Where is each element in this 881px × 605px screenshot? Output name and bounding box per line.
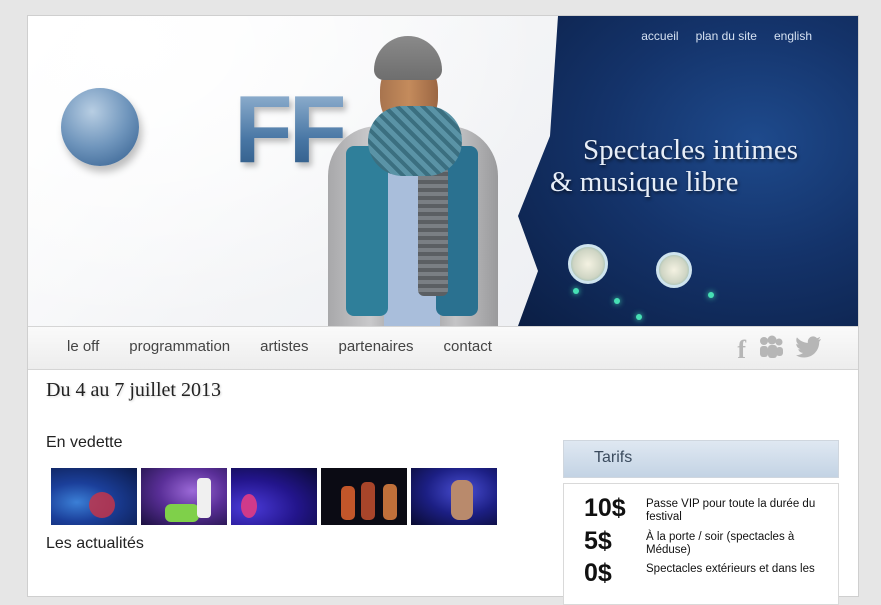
page-container: FF accueil plan du site english Spectacl…: [27, 15, 859, 605]
banner-artist-photo: [318, 36, 508, 326]
featured-heading: En vedette: [46, 434, 123, 451]
featured-thumbnail[interactable]: [51, 468, 137, 525]
facebook-icon[interactable]: f: [737, 336, 746, 362]
featured-thumbnail[interactable]: [411, 468, 497, 525]
menu-item-contact[interactable]: contact: [444, 338, 492, 355]
header-banner: FF accueil plan du site english Spectacl…: [28, 16, 858, 326]
tarif-desc: À la porte / soir (spectacles à Méduse): [646, 531, 795, 556]
menu-item-le-off[interactable]: le off: [67, 338, 99, 355]
top-nav: accueil plan du site english: [641, 29, 812, 43]
featured-thumbnails: [51, 468, 497, 525]
twitter-icon[interactable]: [796, 336, 822, 363]
top-nav-plan-du-site[interactable]: plan du site: [696, 29, 757, 43]
tarif-desc: Passe VIP pour toute la durée du festiva…: [646, 498, 816, 523]
menu-item-partenaires[interactable]: partenaires: [339, 338, 414, 355]
logo-circle: [61, 88, 139, 166]
tagline-line-2: & musique libre: [550, 166, 739, 198]
tarifs-heading: Tarifs: [594, 449, 633, 466]
tarif-price: 0$: [584, 559, 612, 587]
main-menu: le off programmation artistes partenaire…: [28, 326, 858, 370]
news-heading: Les actualités: [46, 535, 144, 552]
myspace-icon[interactable]: [758, 335, 784, 364]
banner-tagline: Spectacles intimes & musique libre: [550, 134, 798, 198]
menu-item-programmation[interactable]: programmation: [129, 338, 230, 355]
featured-thumbnail[interactable]: [141, 468, 227, 525]
featured-thumbnail[interactable]: [231, 468, 317, 525]
top-nav-english[interactable]: english: [774, 29, 812, 43]
tarif-price: 5$: [584, 527, 612, 555]
social-links: f: [737, 335, 822, 364]
tarifs-panel-header: Tarifs: [563, 440, 839, 478]
top-nav-accueil[interactable]: accueil: [641, 29, 678, 43]
page-title: Du 4 au 7 juillet 2013: [46, 379, 221, 401]
tarifs-panel: 10$ Passe VIP pour toute la durée du fes…: [563, 483, 839, 605]
featured-thumbnail[interactable]: [321, 468, 407, 525]
tagline-line-1: Spectacles intimes: [583, 134, 799, 166]
tarif-desc: Spectacles extérieurs et dans les: [646, 563, 815, 575]
tarif-price: 10$: [584, 494, 626, 522]
menu-item-artistes[interactable]: artistes: [260, 338, 308, 355]
